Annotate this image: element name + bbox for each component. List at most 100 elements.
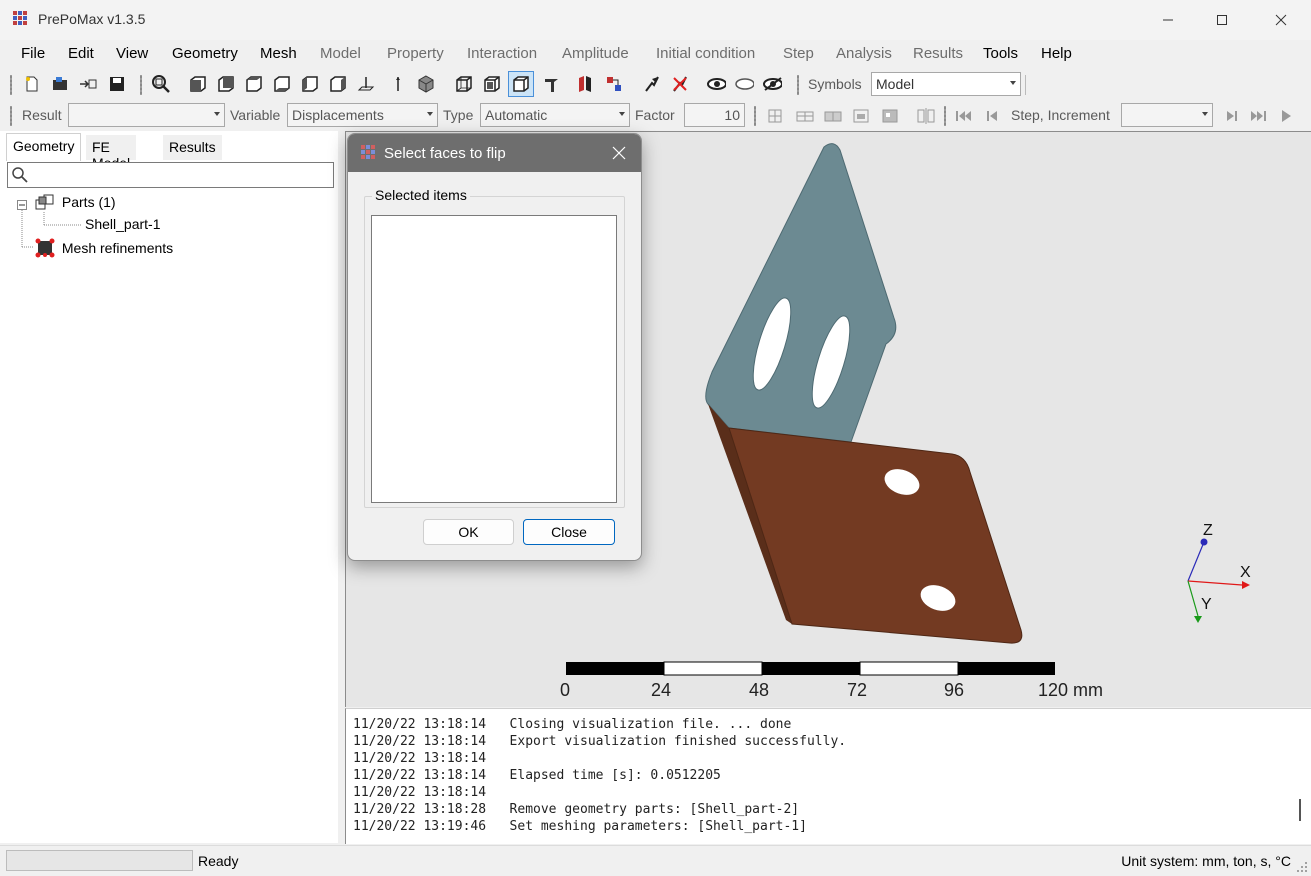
menu-property[interactable]: Property — [387, 45, 444, 62]
tree-collapse-toggle[interactable] — [17, 197, 27, 213]
animation-icon[interactable] — [880, 106, 900, 126]
step-increment-dropdown[interactable] — [1121, 103, 1213, 127]
menu-results[interactable]: Results — [913, 45, 963, 62]
tree-item-shell-part[interactable]: Shell_part-1 — [85, 216, 161, 232]
toolbar-grip[interactable] — [754, 106, 756, 126]
menu-model[interactable]: Model — [320, 45, 361, 62]
menu-amplitude[interactable]: Amplitude — [562, 45, 629, 62]
isometric-view-icon[interactable] — [416, 74, 436, 94]
shaded-view-icon[interactable] — [508, 71, 534, 97]
result-dropdown[interactable] — [68, 103, 225, 127]
menu-interaction[interactable]: Interaction — [467, 45, 537, 62]
query-pointer-icon[interactable] — [642, 74, 662, 94]
toolbar-grip[interactable] — [944, 106, 946, 126]
selected-items-group: Selected items — [364, 187, 625, 508]
scale-label-0: 0 — [560, 680, 571, 700]
undeformed-icon[interactable] — [765, 106, 785, 126]
color-contours-icon[interactable] — [823, 106, 843, 126]
mesh-refinement-icon — [34, 238, 58, 261]
log-line: 11/20/22 13:18:14 Closing visualization … — [353, 717, 792, 732]
menu-mesh[interactable]: Mesh — [260, 45, 297, 62]
tree-search-input[interactable] — [7, 162, 334, 188]
dialog-app-icon — [360, 144, 376, 165]
tree-item-parts[interactable]: Parts (1) — [34, 192, 116, 215]
menu-edit[interactable]: Edit — [68, 45, 94, 62]
symbols-dropdown[interactable]: Model — [871, 72, 1021, 96]
transparent-icon[interactable] — [851, 106, 871, 126]
import-icon[interactable] — [78, 74, 98, 94]
view-front-icon[interactable] — [188, 74, 208, 94]
toolbar-grip[interactable] — [10, 106, 12, 126]
log-line: 11/20/22 13:18:14 Elapsed time [s]: 0.05… — [353, 768, 721, 783]
type-dropdown[interactable]: Automatic — [480, 103, 630, 127]
app-logo-icon — [12, 10, 32, 28]
tab-results[interactable]: Results — [163, 135, 222, 160]
view-normal-icon[interactable] — [356, 74, 376, 94]
ok-button[interactable]: OK — [423, 519, 514, 545]
selected-items-list[interactable] — [371, 215, 617, 503]
section-view-icon[interactable] — [542, 74, 562, 94]
view-back-icon[interactable] — [216, 74, 236, 94]
deformed-icon[interactable] — [795, 106, 815, 126]
axis-label-z: Z — [1203, 522, 1213, 539]
close-button[interactable]: Close — [523, 519, 615, 545]
tab-geometry[interactable]: Geometry — [6, 133, 82, 161]
previous-increment-icon[interactable] — [982, 106, 1002, 126]
show-all-icon[interactable] — [706, 74, 726, 94]
close-icon[interactable] — [1258, 8, 1304, 32]
factor-input[interactable]: 10 — [684, 103, 745, 127]
menu-step[interactable]: Step — [783, 45, 814, 62]
menu-initial-condition[interactable]: Initial condition — [656, 45, 755, 62]
solid-edges-icon[interactable] — [482, 74, 502, 94]
hide-icon[interactable] — [734, 74, 754, 94]
wireframe-icon[interactable] — [454, 74, 474, 94]
variable-dropdown[interactable]: Displacements — [287, 103, 438, 127]
status-text: Ready — [198, 853, 239, 869]
unit-system-label: Unit system: mm, ton, s, °C — [1121, 853, 1291, 869]
dialog-title-bar[interactable]: Select faces to flip — [348, 134, 641, 172]
clear-query-icon[interactable] — [670, 74, 690, 94]
view-top-icon[interactable] — [244, 74, 264, 94]
parts-icon — [34, 192, 58, 215]
select-faces-dialog: Select faces to flip Selected items OK C… — [347, 133, 642, 561]
view-right-icon[interactable] — [328, 74, 348, 94]
menu-geometry[interactable]: Geometry — [172, 45, 238, 62]
new-file-icon[interactable] — [22, 74, 42, 94]
menu-help[interactable]: Help — [1041, 45, 1072, 62]
toolbar-grip[interactable] — [797, 75, 799, 95]
step-increment-label: Step, Increment — [1011, 107, 1110, 123]
transform-icon[interactable] — [604, 74, 624, 94]
open-file-icon[interactable] — [50, 74, 70, 94]
toolbar-grip[interactable] — [140, 75, 142, 95]
first-increment-icon[interactable] — [954, 106, 974, 126]
maximize-icon[interactable] — [1199, 8, 1245, 32]
zoom-to-fit-icon[interactable] — [151, 74, 171, 94]
output-log[interactable]: 11/20/22 13:18:14 Closing visualization … — [345, 708, 1311, 844]
menu-analysis[interactable]: Analysis — [836, 45, 892, 62]
menu-view[interactable]: View — [116, 45, 148, 62]
resize-grip-icon[interactable] — [1296, 860, 1308, 876]
play-animation-icon[interactable] — [1276, 106, 1296, 126]
next-increment-icon[interactable] — [1222, 106, 1242, 126]
symmetry-icon[interactable] — [916, 106, 936, 126]
view-left-icon[interactable] — [300, 74, 320, 94]
dialog-close-icon[interactable] — [607, 141, 631, 165]
log-scrollbar-thumb[interactable] — [1299, 799, 1301, 821]
explode-icon[interactable] — [576, 74, 596, 94]
minimize-icon[interactable] — [1145, 8, 1191, 32]
toolbar-grip[interactable] — [10, 75, 12, 95]
tab-fe-model[interactable]: FE Model — [86, 135, 137, 171]
scale-label-72: 72 — [847, 680, 868, 700]
tree-item-shell-part-label: Shell_part-1 — [85, 216, 161, 232]
menu-file[interactable]: File — [21, 45, 45, 62]
axis-label-y: Y — [1201, 596, 1212, 613]
vertical-arrow-icon[interactable] — [388, 74, 408, 94]
selected-items-label: Selected items — [372, 187, 470, 203]
last-increment-icon[interactable] — [1248, 106, 1268, 126]
tree-item-mesh-refinements[interactable]: Mesh refinements — [34, 238, 173, 261]
invert-visibility-icon[interactable] — [762, 74, 782, 94]
save-icon[interactable] — [107, 74, 127, 94]
menu-bar: File Edit View Geometry Mesh Model Prope… — [0, 40, 1311, 68]
menu-tools[interactable]: Tools — [983, 45, 1018, 62]
view-bottom-icon[interactable] — [272, 74, 292, 94]
